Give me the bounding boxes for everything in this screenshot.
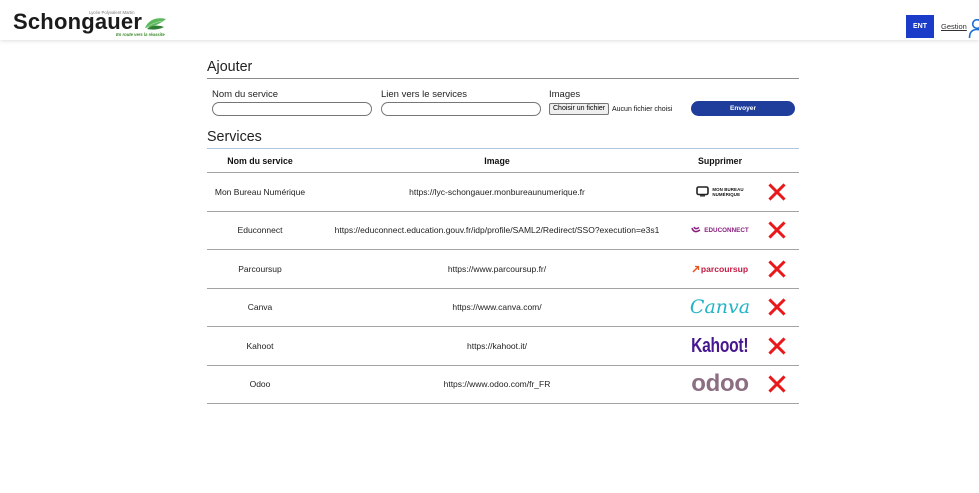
table-row: Parcoursup https://www.parcoursup.fr/ pa…	[207, 250, 799, 289]
service-name-label: Nom du service	[212, 89, 278, 100]
logo-text: MON BUREAU NUMÉRIQUE	[712, 187, 743, 197]
delete-button[interactable]	[768, 260, 786, 278]
delete-cell	[759, 173, 799, 211]
gestion-link[interactable]: Gestion	[941, 22, 967, 31]
service-image-cell: Canva	[681, 289, 759, 327]
images-label: Images	[549, 89, 581, 100]
canva-logo: Canva	[689, 296, 751, 319]
service-name: Canva	[247, 302, 273, 313]
delete-button[interactable]	[768, 298, 786, 316]
service-name: Kahoot	[246, 340, 274, 351]
close-icon[interactable]	[768, 375, 786, 393]
kahoot-logo: Kahoot!	[691, 334, 749, 357]
service-url: https://lyc-schongauer.monbureaunumeriqu…	[409, 186, 585, 197]
delete-cell	[759, 289, 799, 327]
service-url: https://kahoot.it/	[466, 340, 527, 351]
service-image-cell: parcoursup	[681, 250, 759, 288]
close-icon[interactable]	[768, 337, 786, 355]
delete-button[interactable]	[768, 337, 786, 355]
service-link-label: Lien vers le services	[381, 89, 468, 100]
close-icon[interactable]	[768, 298, 786, 316]
user-icon[interactable]	[968, 18, 979, 39]
close-icon[interactable]	[768, 260, 786, 278]
service-link-input[interactable]	[381, 102, 541, 116]
services-section-title: Services	[207, 129, 262, 145]
logo-tagline: En route vers la réussite	[116, 32, 165, 37]
table-row: Mon Bureau Numérique https://lyc-schonga…	[207, 173, 799, 212]
educonnect-mark-icon	[691, 226, 701, 233]
logo-text: parcoursup	[700, 263, 749, 274]
service-url: https://www.odoo.com/fr_FR	[443, 379, 551, 390]
delete-cell	[759, 327, 799, 365]
delete-button[interactable]	[768, 375, 786, 393]
ent-button[interactable]: ENT	[906, 15, 934, 38]
table-row: Educonnect https://educonnect.education.…	[207, 212, 799, 250]
logo-text: EDUCONNECT	[704, 226, 749, 234]
choose-file-button[interactable]: Choisir un fichier	[549, 103, 610, 115]
service-name: Educonnect	[237, 225, 283, 236]
column-header-delete: Supprimer	[698, 155, 742, 166]
odoo-logo: odoo	[691, 370, 749, 398]
service-url: https://www.parcoursup.fr/	[447, 263, 547, 274]
mon-bureau-numerique-logo: MON BUREAU NUMÉRIQUE	[696, 186, 744, 197]
table-row: Canva https://www.canva.com/ Canva	[207, 289, 799, 327]
table-row: Odoo https://www.odoo.com/fr_FR odoo	[207, 366, 799, 404]
table-header: Nom du service Image Supprimer	[207, 149, 799, 173]
close-icon[interactable]	[768, 221, 786, 239]
delete-cell	[759, 250, 799, 288]
arrow-icon	[692, 265, 700, 273]
service-name: Odoo	[249, 379, 271, 390]
educonnect-logo: EDUCONNECT	[691, 226, 749, 235]
delete-button[interactable]	[768, 221, 786, 239]
service-image-cell: MON BUREAU NUMÉRIQUE	[681, 173, 759, 211]
column-header-image: Image	[484, 155, 510, 166]
submit-button[interactable]: Envoyer	[691, 101, 795, 116]
top-bar: Lycée Polyvalent Martin Schongauer En ro…	[0, 0, 979, 40]
monitor-icon	[696, 186, 710, 197]
service-image-cell: EDUCONNECT	[681, 212, 759, 250]
delete-cell	[759, 366, 799, 404]
close-icon[interactable]	[768, 183, 786, 201]
delete-cell	[759, 212, 799, 250]
services-table: Nom du service Image Supprimer Mon Burea…	[207, 149, 799, 404]
service-url: https://educonnect.education.gouv.fr/idp…	[334, 225, 660, 236]
service-image-cell: Kahoot!	[681, 327, 759, 365]
divider	[207, 78, 799, 79]
file-status: Aucun fichier choisi	[612, 106, 673, 113]
service-url: https://www.canva.com/	[452, 302, 542, 313]
leaf-icon	[145, 18, 166, 30]
service-name: Mon Bureau Numérique	[214, 186, 306, 197]
add-section-title: Ajouter	[207, 59, 253, 75]
service-name-input[interactable]	[212, 102, 372, 116]
table-row: Kahoot https://kahoot.it/ Kahoot!	[207, 327, 799, 366]
school-logo[interactable]: Lycée Polyvalent Martin Schongauer En ro…	[0, 0, 175, 40]
column-header-name: Nom du service	[227, 155, 293, 166]
logo-text-line2: NUMÉRIQUE	[712, 191, 741, 197]
delete-button[interactable]	[768, 183, 786, 201]
service-image-cell: odoo	[681, 366, 759, 404]
service-name: Parcoursup	[238, 263, 282, 274]
parcoursup-logo: parcoursup	[692, 264, 748, 274]
user-icon-graphic[interactable]	[968, 18, 979, 39]
